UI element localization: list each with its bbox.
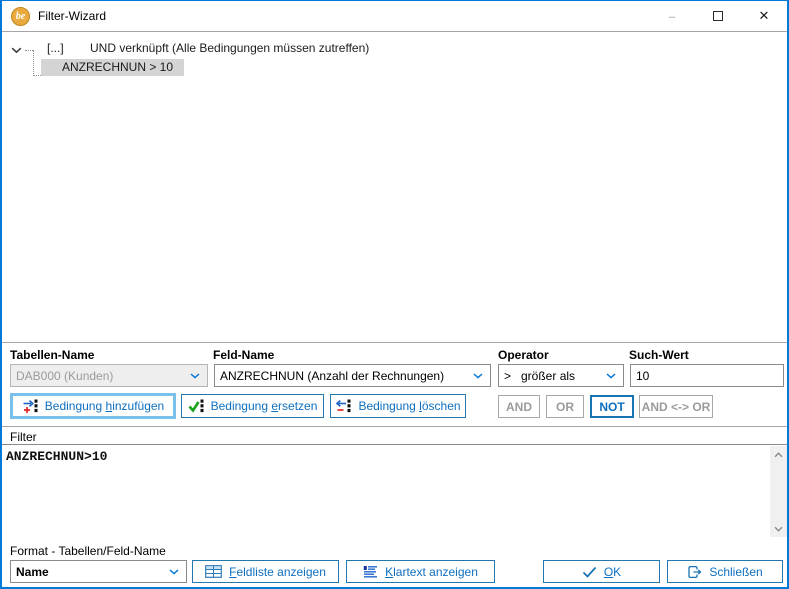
tree-connector-dots xyxy=(25,50,33,51)
button-label: Klartext anzeigen xyxy=(385,565,478,579)
filter-wizard-dialog: be Filter-Wizard – ✕ [...] UND verknüpft… xyxy=(0,0,789,589)
not-button[interactable]: NOT xyxy=(590,395,634,418)
format-value: Name xyxy=(16,565,49,579)
feld-name-value: ANZRECHNUN (Anzahl der Rechnungen) xyxy=(220,369,444,383)
chevron-down-icon[interactable] xyxy=(473,373,490,379)
chevron-down-icon[interactable] xyxy=(169,569,186,575)
button-label: Bedingung löschen xyxy=(358,399,460,413)
condition-editor: Tabellen-Name Feld-Name Operator Such-We… xyxy=(2,342,787,426)
bedingung-loeschen-button[interactable]: Bedingung löschen xyxy=(330,394,466,418)
tree-root-node[interactable]: UND verknüpft (Alle Bedingungen müssen z… xyxy=(90,41,369,55)
plain-text-icon xyxy=(363,565,378,579)
close-button[interactable]: ✕ xyxy=(741,1,787,31)
window-title: Filter-Wizard xyxy=(38,9,106,23)
field-list-icon xyxy=(205,565,222,578)
tree-expand-chevron-icon[interactable] xyxy=(11,43,22,57)
vertical-scrollbar[interactable] xyxy=(770,446,787,537)
and-button: AND xyxy=(498,395,540,418)
bedingung-ersetzen-button[interactable]: Bedingung ersetzen xyxy=(181,394,324,418)
check-icon xyxy=(582,566,597,578)
button-label: Bedingung hinzufügen xyxy=(45,399,164,413)
button-label: Schließen xyxy=(709,565,762,579)
format-select[interactable]: Name xyxy=(10,560,187,583)
tree-child-connector xyxy=(33,50,41,76)
footer: Format - Tabellen/Feld-Name Name Feldlis… xyxy=(2,538,787,587)
or-button: OR xyxy=(546,395,584,418)
titlebar: be Filter-Wizard – ✕ xyxy=(2,1,787,32)
add-condition-icon xyxy=(22,398,38,414)
exit-icon xyxy=(687,565,702,579)
such-wert-label: Such-Wert xyxy=(629,348,689,362)
minimize-button: – xyxy=(649,1,695,31)
feld-name-label: Feld-Name xyxy=(213,348,274,362)
tree-root-bracket[interactable]: [...] xyxy=(47,41,64,55)
bedingung-hinzufuegen-button[interactable]: Bedingung hinzufügen xyxy=(10,393,176,419)
condition-tree: [...] UND verknüpft (Alle Bedingungen mü… xyxy=(2,33,787,342)
scroll-up-icon[interactable] xyxy=(770,446,787,463)
operator-select[interactable]: > größer als xyxy=(498,364,624,387)
operator-value: > größer als xyxy=(504,369,575,383)
button-label: Bedingung ersetzen xyxy=(211,399,318,413)
ok-button[interactable]: OK xyxy=(543,560,660,583)
app-logo-icon: be xyxy=(11,7,30,26)
tabellen-name-label: Tabellen-Name xyxy=(10,348,94,362)
button-label: OK xyxy=(604,565,621,579)
format-label: Format - Tabellen/Feld-Name xyxy=(10,544,166,558)
and-or-toggle-button: AND <-> OR xyxy=(639,395,713,418)
replace-condition-icon xyxy=(188,398,204,414)
window-controls: – ✕ xyxy=(649,1,787,31)
delete-condition-icon xyxy=(335,398,351,414)
klartext-anzeigen-button[interactable]: Klartext anzeigen xyxy=(346,560,495,583)
filter-label: Filter xyxy=(10,430,37,444)
tabellen-name-select: DAB000 (Kunden) xyxy=(10,364,208,387)
maximize-icon xyxy=(713,11,723,21)
button-label: Feldliste anzeigen xyxy=(229,565,326,579)
tree-condition-node-selected[interactable]: ANZRECHNUN > 10 xyxy=(41,59,184,76)
operator-label: Operator xyxy=(498,348,549,362)
such-wert-input[interactable] xyxy=(630,364,784,387)
feldliste-anzeigen-button[interactable]: Feldliste anzeigen xyxy=(192,560,339,583)
chevron-down-icon xyxy=(190,373,207,379)
filter-expression-text: ANZRECHNUN>10 xyxy=(2,445,787,464)
schliessen-button[interactable]: Schließen xyxy=(667,560,783,583)
filter-section: Filter ANZRECHNUN>10 xyxy=(2,426,787,538)
scroll-down-icon[interactable] xyxy=(770,520,787,537)
chevron-down-icon[interactable] xyxy=(606,373,623,379)
feld-name-select[interactable]: ANZRECHNUN (Anzahl der Rechnungen) xyxy=(214,364,491,387)
filter-expression-box[interactable]: ANZRECHNUN>10 xyxy=(2,444,787,539)
maximize-button[interactable] xyxy=(695,1,741,31)
tabellen-name-value: DAB000 (Kunden) xyxy=(16,369,113,383)
